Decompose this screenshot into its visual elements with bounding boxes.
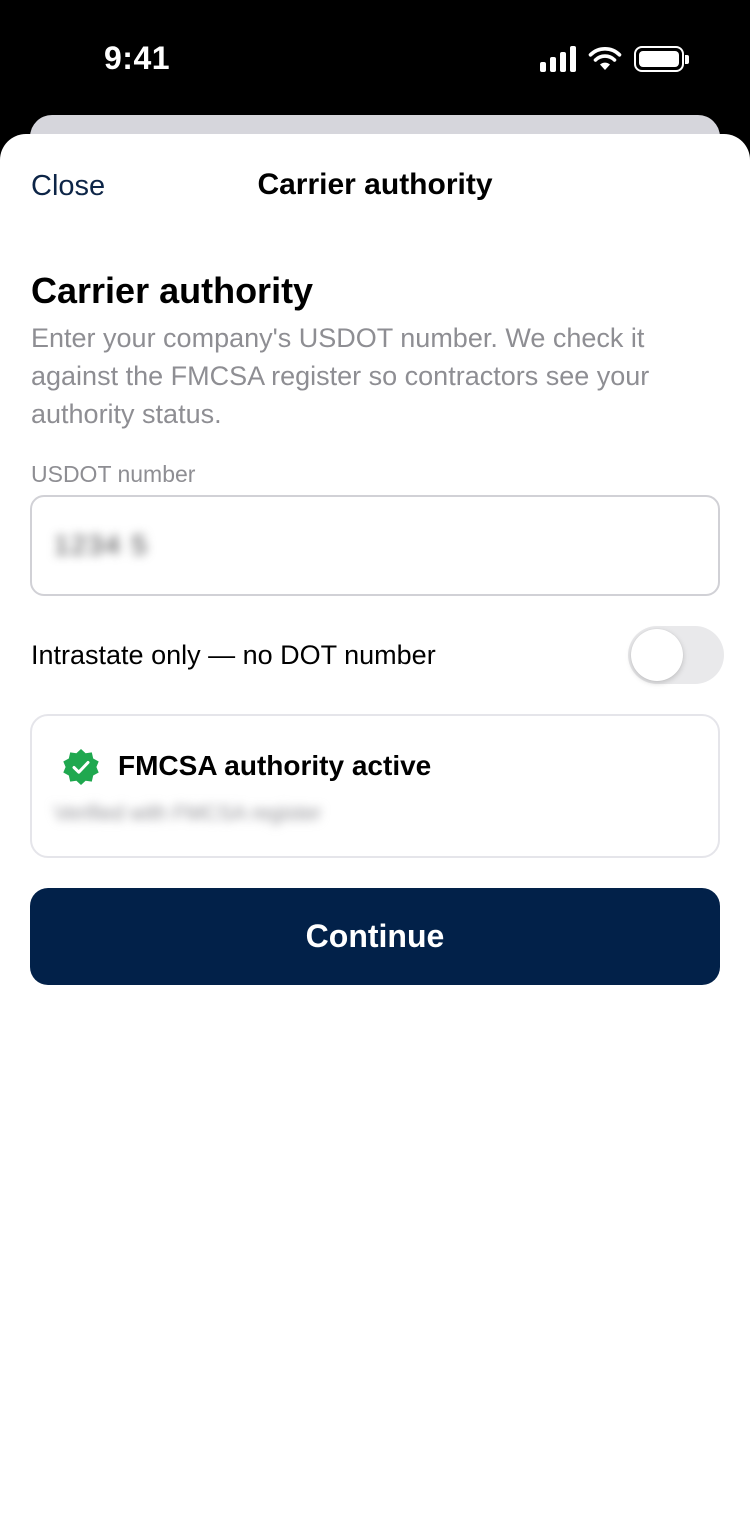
intrastate-label: Intrastate only — no DOT number	[31, 640, 436, 670]
status-icons	[540, 46, 689, 72]
intrastate-toggle[interactable]	[628, 626, 724, 684]
signal-icon	[540, 46, 576, 72]
toggle-knob	[631, 629, 683, 681]
usdot-label: USDOT number	[31, 461, 196, 487]
page-heading: Carrier authority	[31, 270, 314, 311]
continue-button[interactable]: Continue	[30, 888, 720, 985]
battery-icon	[634, 46, 689, 72]
authority-status-card: FMCSA authority active Verified with FMC…	[30, 714, 720, 858]
wifi-icon	[588, 47, 622, 70]
status-bar: 9:41	[0, 0, 750, 118]
usdot-input[interactable]: 1234 5	[30, 495, 720, 596]
authority-status-detail: Verified with FMCSA register	[54, 802, 322, 825]
authority-status-title: FMCSA authority active	[118, 750, 432, 781]
usdot-value: 1234 5	[54, 530, 149, 560]
page-description: Enter your company's USDOT number. We ch…	[31, 323, 650, 429]
verified-badge-icon	[63, 749, 99, 785]
nav-title: Carrier authority	[257, 168, 493, 201]
status-time: 9:41	[104, 40, 171, 76]
carrier-authority-sheet: Close Carrier authority Carrier authorit…	[0, 134, 750, 1536]
